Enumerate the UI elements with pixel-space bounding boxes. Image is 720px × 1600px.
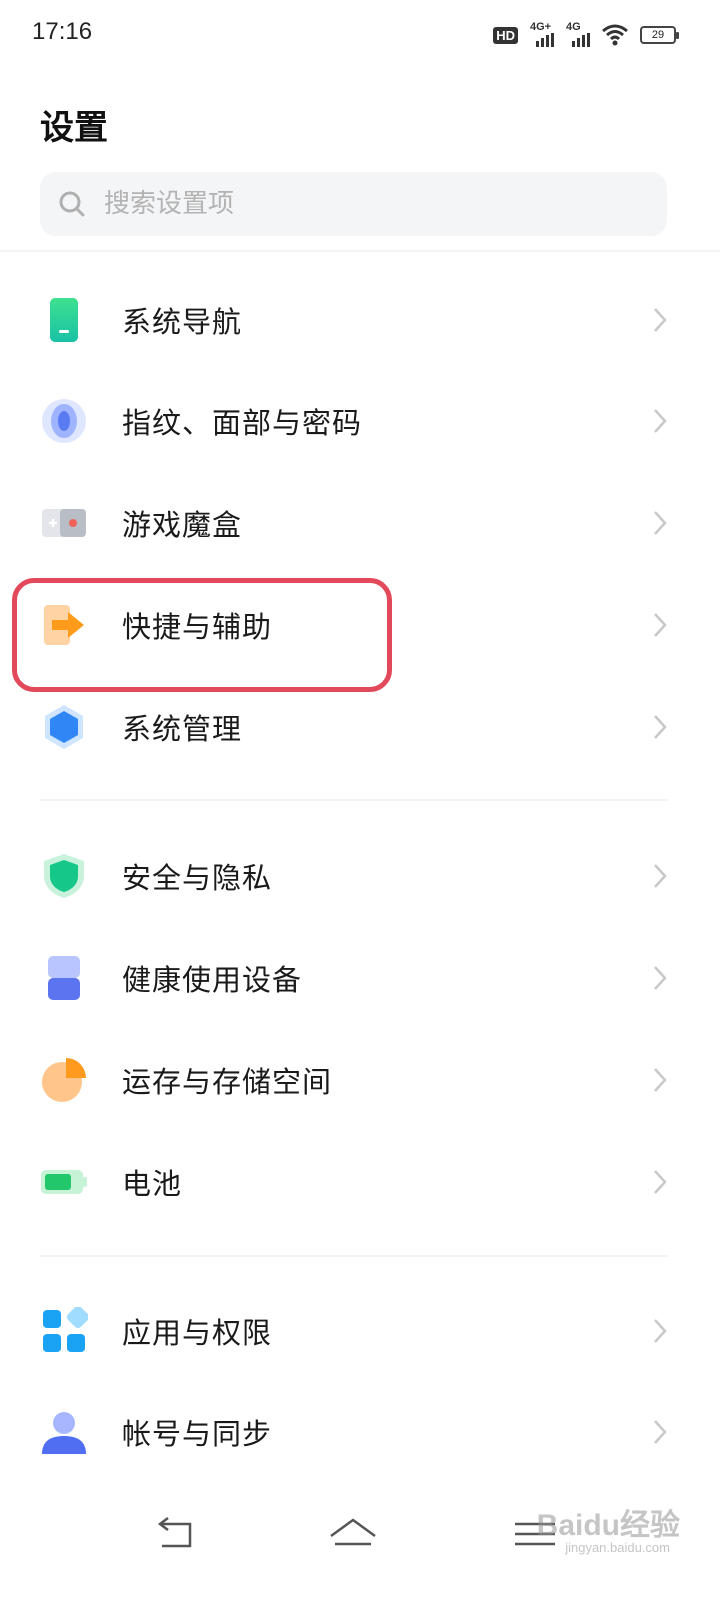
header-divider xyxy=(0,250,720,252)
chevron-right-icon xyxy=(654,613,667,637)
setting-item-apps-permissions[interactable]: 应用与权限 xyxy=(0,1281,720,1381)
setting-item-label: 运存与存储空间 xyxy=(122,1065,333,1099)
setting-item-game-box[interactable]: 游戏魔盒 xyxy=(0,473,720,573)
setting-item-fingerprint-face-password[interactable]: 指纹、面部与密码 xyxy=(0,371,720,471)
status-bar: 17:16 HD 4G+ 4G 29 xyxy=(0,0,720,70)
setting-item-system-management[interactable]: 系统管理 xyxy=(0,677,720,777)
chevron-right-icon xyxy=(654,308,667,332)
search-icon xyxy=(59,191,85,217)
setting-item-security-privacy[interactable]: 安全与隐私 xyxy=(0,826,720,926)
setting-item-label: 系统导航 xyxy=(122,305,243,339)
setting-item-account-sync[interactable]: 帐号与同步 xyxy=(0,1382,720,1482)
security-shield-icon xyxy=(44,854,84,898)
chevron-right-icon xyxy=(654,966,667,990)
fingerprint-icon xyxy=(42,399,86,443)
setting-item-label: 系统管理 xyxy=(122,712,243,746)
setting-item-label: 安全与隐私 xyxy=(122,861,273,895)
game-box-icon xyxy=(42,509,86,537)
wifi-icon xyxy=(602,24,628,46)
setting-item-label: 游戏魔盒 xyxy=(122,508,243,542)
signal-4g-plus-icon: 4G+ xyxy=(530,21,554,47)
setting-item-label: 帐号与同步 xyxy=(122,1417,273,1451)
chevron-right-icon xyxy=(654,409,667,433)
setting-item-label: 应用与权限 xyxy=(122,1316,273,1350)
home-icon[interactable] xyxy=(323,1510,383,1560)
chevron-right-icon xyxy=(654,864,667,888)
chevron-right-icon xyxy=(654,1068,667,1092)
group-divider xyxy=(40,799,667,801)
watermark-logo: Baidu经验 xyxy=(536,1509,680,1542)
setting-item-system-navigation[interactable]: 系统导航 xyxy=(0,270,720,370)
phone-navigation-icon xyxy=(50,298,78,342)
setting-item-battery[interactable]: 电池 xyxy=(0,1132,720,1232)
group-divider xyxy=(40,1255,667,1257)
system-hexagon-icon xyxy=(45,705,83,749)
back-icon[interactable] xyxy=(148,1510,208,1560)
battery-icon xyxy=(41,1170,87,1194)
chevron-right-icon xyxy=(654,1170,667,1194)
setting-item-label: 指纹、面部与密码 xyxy=(122,406,363,440)
highlight-annotation-box xyxy=(12,578,392,692)
chevron-right-icon xyxy=(654,715,667,739)
chevron-right-icon xyxy=(654,1420,667,1444)
account-user-icon xyxy=(42,1412,86,1454)
chevron-right-icon xyxy=(654,511,667,535)
setting-item-ram-storage[interactable]: 运存与存储空间 xyxy=(0,1030,720,1130)
hd-voice-icon: HD xyxy=(493,26,518,44)
setting-item-label: 电池 xyxy=(122,1167,183,1201)
status-icons: HD 4G+ 4G 29 xyxy=(493,20,679,50)
setting-item-healthy-usage[interactable]: 健康使用设备 xyxy=(0,928,720,1028)
apps-grid-icon xyxy=(43,1307,88,1352)
search-bar[interactable] xyxy=(40,172,667,236)
status-time: 17:16 xyxy=(32,18,93,45)
hourglass-icon xyxy=(48,956,80,1000)
chevron-right-icon xyxy=(654,1319,667,1343)
search-input[interactable] xyxy=(104,189,624,219)
signal-4g-icon: 4G xyxy=(566,21,590,47)
battery-status-icon: 29 xyxy=(640,26,679,44)
watermark-url: jingyan.baidu.com xyxy=(565,1540,670,1555)
page-title: 设置 xyxy=(40,108,108,148)
storage-pie-icon xyxy=(42,1058,86,1102)
setting-item-label: 健康使用设备 xyxy=(122,963,303,997)
